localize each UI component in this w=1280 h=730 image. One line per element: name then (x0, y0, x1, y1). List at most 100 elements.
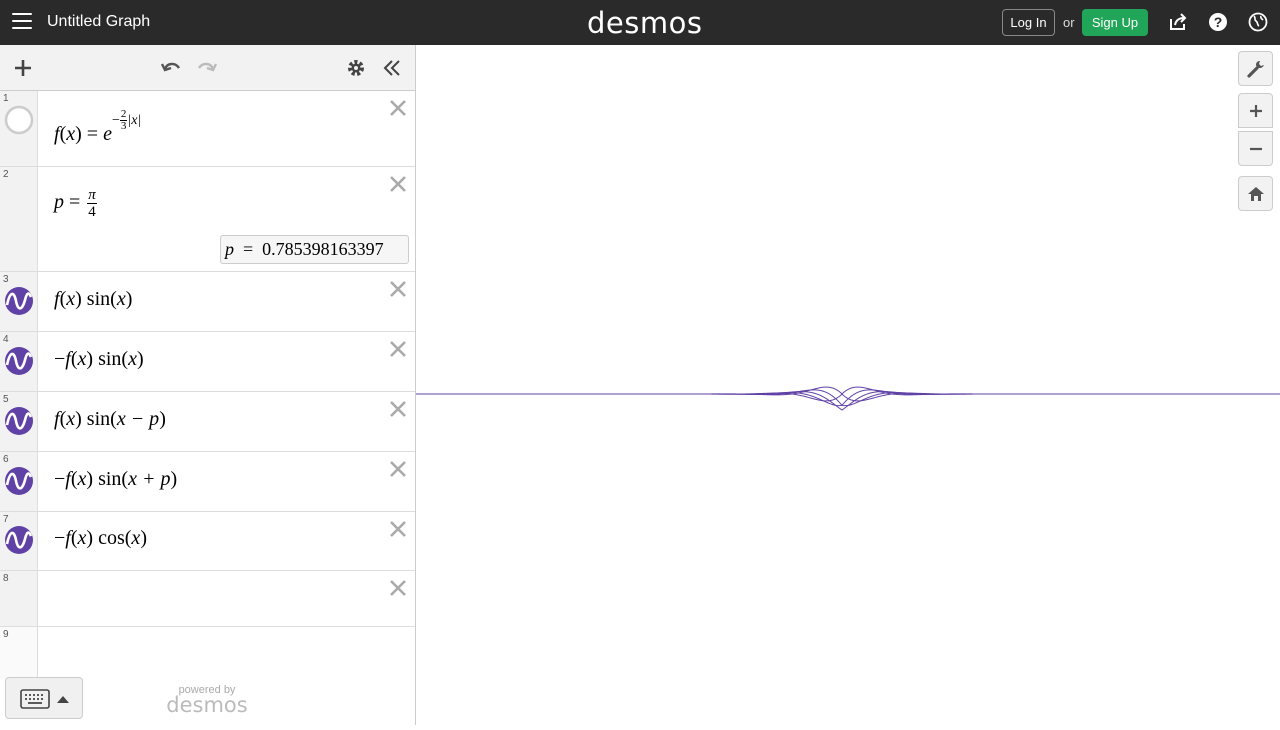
math-arg: x (116, 288, 126, 310)
powered-by-desmos[interactable]: powered by desmos (166, 684, 248, 717)
math-func: sin (98, 348, 122, 370)
math-func: cos (98, 527, 125, 549)
frac-num: π (87, 187, 97, 204)
expression-row[interactable]: 4 −f(x) sin(x) (0, 332, 415, 392)
default-viewport-button[interactable] (1238, 176, 1273, 211)
delete-icon[interactable] (389, 400, 407, 418)
expression-toolbar (0, 45, 415, 91)
expression-row-new[interactable]: 9 (0, 627, 415, 679)
zoom-out-button[interactable] (1238, 131, 1273, 166)
graph-curve[interactable] (416, 391, 1280, 411)
math-var: x (77, 348, 87, 370)
delete-icon[interactable] (389, 579, 407, 597)
globe-icon[interactable] (1248, 12, 1268, 32)
math-var: x (66, 123, 76, 145)
hidden-toggle-icon[interactable] (4, 105, 34, 135)
math-abs: |x| (127, 113, 142, 128)
help-icon[interactable]: ? (1208, 12, 1228, 32)
expression-row[interactable]: 2 p = π4 p = 0.785398163397 (0, 167, 415, 272)
expression-math[interactable]: p = π4 (54, 187, 99, 220)
math-arg: x (131, 527, 141, 549)
graph-curve[interactable] (416, 389, 1280, 407)
row-gutter: 1 (0, 91, 38, 166)
expression-math[interactable]: −f(x) sin(x) (54, 348, 144, 371)
add-icon[interactable] (12, 57, 34, 79)
undo-icon[interactable] (160, 57, 182, 79)
graph-curve[interactable] (416, 389, 1280, 407)
row-gutter: 9 (0, 627, 38, 679)
math-arg: x (128, 348, 137, 370)
math-op: − (111, 113, 120, 128)
caret-up-icon (57, 696, 69, 703)
row-gutter: 4 (0, 332, 38, 391)
delete-icon[interactable] (389, 340, 407, 358)
zoom-in-button[interactable] (1238, 93, 1273, 128)
expression-row[interactable]: 7 −f(x) cos(x) (0, 512, 415, 571)
evaluation-box: p = 0.785398163397 (220, 235, 409, 264)
math-var: e (103, 123, 112, 145)
row-number: 5 (3, 394, 9, 405)
redo-icon[interactable] (196, 57, 218, 79)
keyboard-toggle-button[interactable] (5, 677, 83, 719)
settings-icon[interactable] (345, 57, 367, 79)
expression-panel: 1 f(x) = e− 2 3 |x| 2 p = π4 p = 0.78539816… (0, 45, 416, 725)
delete-icon[interactable] (389, 175, 407, 193)
math-op: = (69, 191, 81, 214)
row-number: 3 (3, 274, 9, 285)
math-arg: x + p (128, 468, 171, 490)
math-var: f (65, 468, 71, 490)
row-number: 6 (3, 454, 9, 465)
expression-row[interactable]: 6 −f(x) sin(x + p) (0, 452, 415, 512)
row-number: 2 (3, 169, 9, 180)
share-icon[interactable] (1168, 12, 1188, 32)
delete-icon[interactable] (389, 99, 407, 117)
graph-canvas[interactable] (416, 45, 1280, 725)
zoom-in-icon (1250, 105, 1262, 117)
row-number: 4 (3, 334, 9, 345)
log-in-button[interactable]: Log In (1002, 9, 1055, 36)
math-var: x (77, 527, 87, 549)
top-bar: Untitled Graph desmos Log In or Sign Up … (0, 0, 1280, 45)
expression-math[interactable]: f(x) sin(x − p) (54, 408, 166, 431)
expression-math[interactable]: −f(x) sin(x + p) (54, 468, 177, 491)
math-func: sin (86, 408, 111, 430)
frac-den: 4 (88, 204, 96, 220)
expression-row[interactable]: 5 f(x) sin(x − p) (0, 392, 415, 452)
delete-icon[interactable] (389, 280, 407, 298)
graph-wave-icon[interactable] (4, 466, 34, 496)
row-gutter: 7 (0, 512, 38, 570)
math-var: x (66, 288, 76, 310)
expression-row[interactable]: 3 f(x) sin(x) (0, 272, 415, 332)
menu-icon[interactable] (12, 13, 32, 31)
math-arg: x − p (116, 408, 160, 430)
expression-math[interactable]: −f(x) cos(x) (54, 527, 147, 550)
graph-wave-icon[interactable] (4, 346, 34, 376)
math-var: f (54, 408, 60, 430)
sign-up-button[interactable]: Sign Up (1082, 9, 1148, 36)
row-number: 1 (3, 93, 9, 104)
math-op: − (54, 527, 66, 549)
graph-wave-icon[interactable] (4, 525, 34, 555)
row-gutter: 8 (0, 571, 38, 626)
collapse-icon[interactable] (381, 57, 403, 79)
delete-icon[interactable] (389, 460, 407, 478)
eval-eq: = (243, 239, 254, 259)
keyboard-icon (20, 689, 50, 709)
graph-wave-icon[interactable] (4, 286, 34, 316)
graph-settings-button[interactable] (1238, 51, 1273, 86)
graph-title[interactable]: Untitled Graph (47, 13, 150, 31)
delete-icon[interactable] (389, 520, 407, 538)
expression-math[interactable]: f(x) sin(x) (54, 288, 132, 311)
row-number: 9 (3, 629, 9, 640)
math-func: sin (86, 288, 111, 310)
expression-row[interactable]: 1 f(x) = e− 2 3 |x| (0, 91, 415, 167)
math-op: − (54, 348, 66, 370)
powered-by-logo: desmos (166, 693, 248, 717)
expression-math[interactable]: f(x) = e− 2 3 |x| (54, 109, 141, 148)
graph-plot[interactable] (416, 45, 1280, 725)
row-gutter: 5 (0, 392, 38, 451)
graph-wave-icon[interactable] (4, 406, 34, 436)
math-var: f (65, 348, 71, 370)
math-var: x (66, 408, 76, 430)
expression-row[interactable]: 8 (0, 571, 415, 627)
